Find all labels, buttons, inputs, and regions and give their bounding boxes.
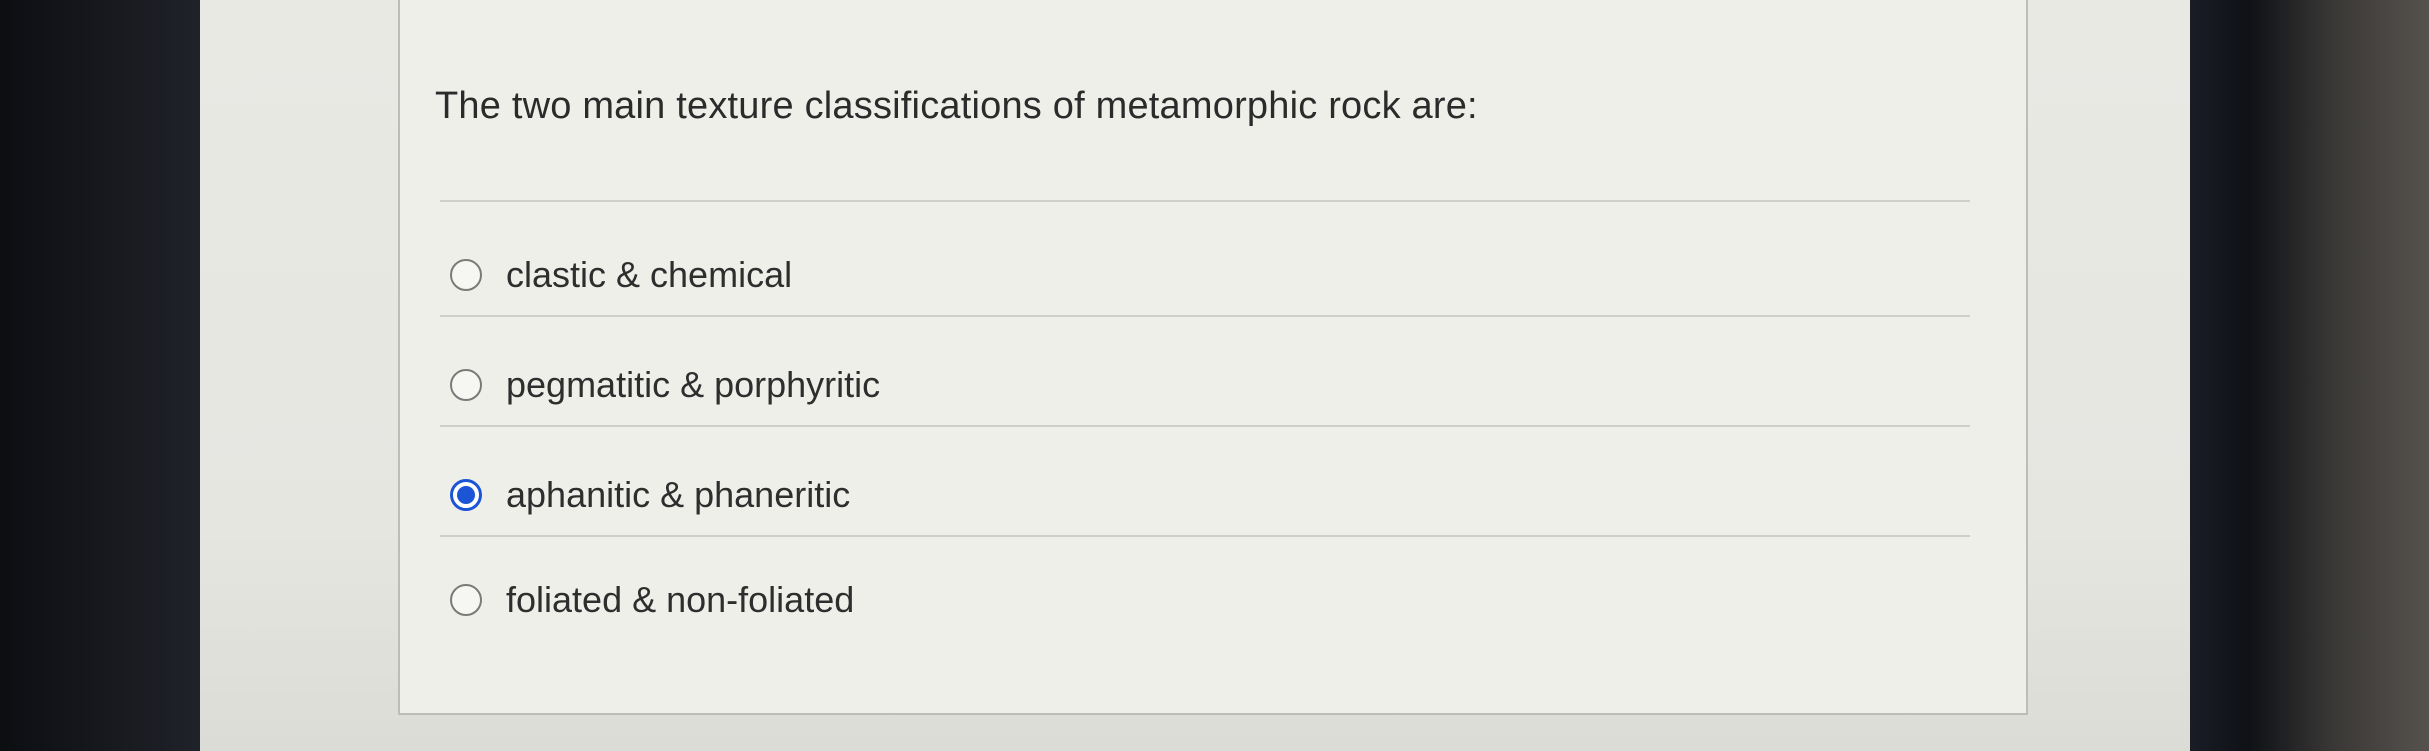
divider bbox=[440, 200, 1970, 202]
divider bbox=[440, 425, 1970, 427]
divider bbox=[440, 535, 1970, 537]
question-text: The two main texture classifications of … bbox=[435, 85, 1478, 127]
monitor-bezel-right bbox=[2189, 0, 2429, 751]
divider bbox=[440, 315, 1970, 317]
option-label: pegmatitic & porphyritic bbox=[506, 364, 881, 405]
option-foliated-non-foliated[interactable]: foliated & non-foliated bbox=[450, 570, 854, 630]
option-aphanitic-phaneritic[interactable]: aphanitic & phaneritic bbox=[450, 465, 850, 525]
option-pegmatitic-porphyritic[interactable]: pegmatitic & porphyritic bbox=[450, 355, 880, 415]
option-label: foliated & non-foliated bbox=[506, 579, 855, 620]
radio-button[interactable] bbox=[450, 584, 482, 616]
radio-button-selected[interactable] bbox=[450, 479, 482, 511]
radio-button[interactable] bbox=[450, 259, 482, 291]
option-label: aphanitic & phaneritic bbox=[506, 474, 851, 515]
option-label: clastic & chemical bbox=[506, 254, 793, 295]
monitor-bezel-left bbox=[0, 0, 230, 751]
screen: The two main texture classifications of … bbox=[200, 0, 2190, 751]
option-clastic-chemical[interactable]: clastic & chemical bbox=[450, 245, 792, 305]
radio-button[interactable] bbox=[450, 369, 482, 401]
